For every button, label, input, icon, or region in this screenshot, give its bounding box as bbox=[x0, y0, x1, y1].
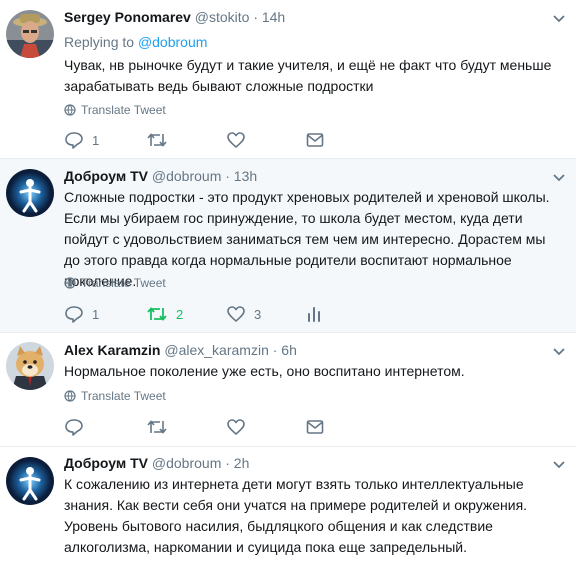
avatar-dobroum[interactable] bbox=[6, 457, 54, 505]
replying-to-label: Replying to bbox=[64, 34, 135, 50]
display-name[interactable]: Alex Karamzin bbox=[64, 342, 160, 358]
reply-button[interactable] bbox=[64, 417, 92, 437]
chevron-down-icon[interactable] bbox=[552, 173, 566, 183]
tweet-text: К сожалению из интернета дети могут взят… bbox=[64, 476, 528, 555]
tweet-dobroum-2[interactable]: Доброум TV @dobroum · 2h К сожалению из … bbox=[0, 447, 576, 563]
translate-label: Translate Tweet bbox=[81, 276, 166, 290]
message-icon bbox=[306, 419, 324, 435]
replying-to: Replying to @dobroum bbox=[64, 34, 207, 50]
like-icon bbox=[226, 131, 246, 149]
tweet-alex[interactable]: Alex Karamzin @alex_karamzin · 6h Нормал… bbox=[0, 333, 576, 446]
reply-button[interactable]: 1 bbox=[64, 130, 99, 150]
reply-button[interactable]: 1 bbox=[64, 304, 99, 324]
user-handle[interactable]: @dobroum bbox=[152, 455, 221, 471]
retweet-button[interactable]: 2 bbox=[146, 304, 183, 324]
avatar-dobroum[interactable] bbox=[6, 169, 54, 217]
replying-to-link[interactable]: @dobroum bbox=[138, 34, 207, 50]
user-handle[interactable]: @dobroum bbox=[152, 168, 221, 184]
chevron-down-icon[interactable] bbox=[552, 14, 566, 24]
translate-label: Translate Tweet bbox=[81, 103, 166, 117]
retweet-count: 2 bbox=[176, 306, 184, 322]
timestamp[interactable]: · 13h bbox=[225, 168, 257, 184]
reply-icon bbox=[64, 305, 84, 323]
like-count: 3 bbox=[254, 306, 262, 322]
like-button[interactable]: 3 bbox=[226, 304, 261, 324]
avatar-alex[interactable] bbox=[6, 342, 54, 390]
timestamp[interactable]: · 6h bbox=[273, 342, 297, 358]
tweet-header: Доброум TV @dobroum · 13h bbox=[64, 168, 257, 184]
retweet-icon bbox=[146, 131, 168, 149]
reply-count: 1 bbox=[92, 306, 100, 322]
translate-tweet[interactable]: Translate Tweet bbox=[64, 276, 166, 290]
display-name[interactable]: Sergey Ponomarev bbox=[64, 9, 191, 25]
retweet-button[interactable] bbox=[146, 417, 176, 437]
globe-icon bbox=[64, 390, 76, 402]
retweet-button[interactable] bbox=[146, 130, 176, 150]
tweet-text: Нормальное поколение уже есть, оно воспи… bbox=[64, 363, 465, 379]
globe-icon bbox=[64, 277, 76, 289]
translate-tweet[interactable]: Translate Tweet bbox=[64, 389, 166, 403]
tweet-header: Sergey Ponomarev @stokito · 14h bbox=[64, 9, 285, 25]
like-icon bbox=[226, 418, 246, 436]
tweet-text: Чувак, нв рыночке будут и такие учителя,… bbox=[64, 57, 552, 94]
message-icon bbox=[306, 132, 324, 148]
reply-icon bbox=[64, 131, 84, 149]
message-button[interactable] bbox=[306, 130, 324, 150]
translate-label: Translate Tweet bbox=[81, 389, 166, 403]
like-button[interactable] bbox=[226, 130, 254, 150]
reply-icon bbox=[64, 418, 84, 436]
timestamp[interactable]: · 2h bbox=[225, 455, 249, 471]
display-name[interactable]: Доброум TV bbox=[64, 168, 148, 184]
tweet-header: Alex Karamzin @alex_karamzin · 6h bbox=[64, 342, 297, 358]
user-handle[interactable]: @alex_karamzin bbox=[164, 342, 268, 358]
analytics-button[interactable] bbox=[306, 304, 322, 324]
chevron-down-icon[interactable] bbox=[552, 460, 566, 470]
chevron-down-icon[interactable] bbox=[552, 347, 566, 357]
tweet-dobroum-1[interactable]: Доброум TV @dobroum · 13h Сложные подрос… bbox=[0, 159, 576, 332]
timestamp[interactable]: · 14h bbox=[253, 9, 285, 25]
retweet-icon bbox=[146, 418, 168, 436]
display-name[interactable]: Доброум TV bbox=[64, 455, 148, 471]
reply-count: 1 bbox=[92, 132, 100, 148]
tweet-sergey[interactable]: Sergey Ponomarev @stokito · 14h Replying… bbox=[0, 0, 576, 158]
like-icon bbox=[226, 305, 246, 323]
tweet-header: Доброум TV @dobroum · 2h bbox=[64, 455, 249, 471]
globe-icon bbox=[64, 104, 76, 116]
analytics-icon bbox=[306, 305, 322, 323]
avatar-sergey[interactable] bbox=[6, 10, 54, 58]
like-button[interactable] bbox=[226, 417, 254, 437]
message-button[interactable] bbox=[306, 417, 324, 437]
retweet-icon bbox=[146, 305, 168, 323]
translate-tweet[interactable]: Translate Tweet bbox=[64, 103, 166, 117]
user-handle[interactable]: @stokito bbox=[195, 9, 250, 25]
